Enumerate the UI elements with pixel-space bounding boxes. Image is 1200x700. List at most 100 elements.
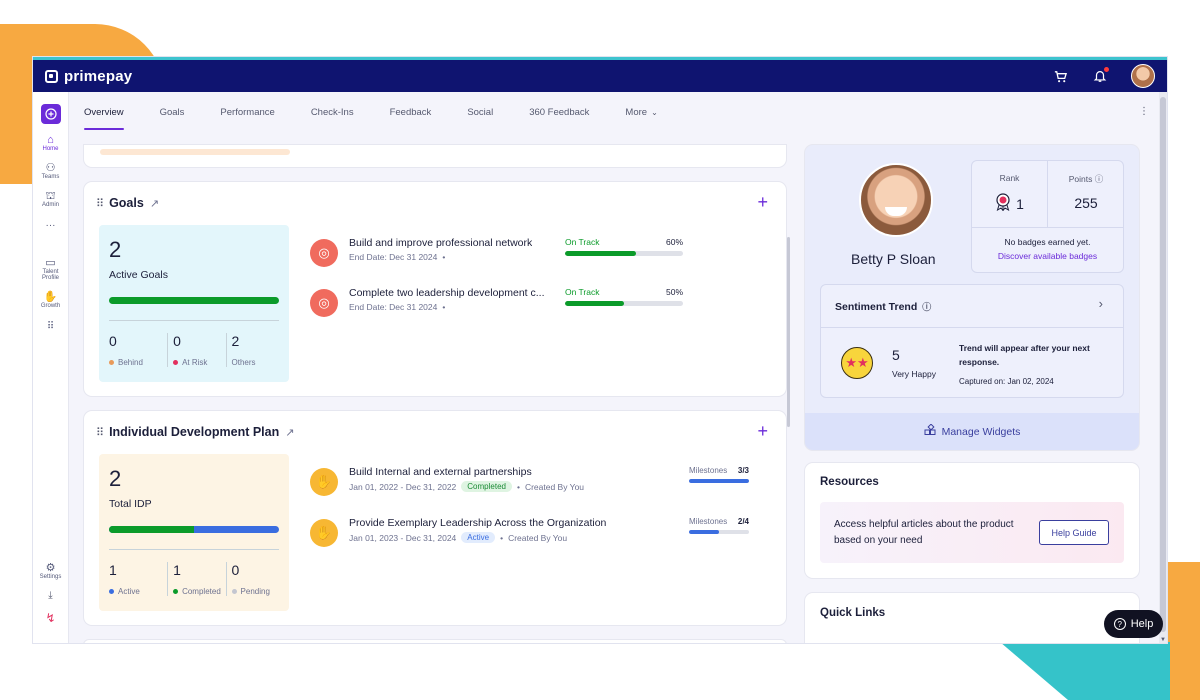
notification-dot — [1104, 67, 1109, 72]
stat-at-risk: 0 At Risk — [167, 333, 225, 367]
brand-name: primepay — [64, 67, 133, 85]
drag-handle-icon[interactable]: ⠿ — [96, 197, 104, 210]
stat-label: Completed — [182, 587, 221, 596]
idp-item[interactable]: ✋ Build Internal and external partnershi… — [310, 466, 770, 506]
manage-widgets-button[interactable]: Manage Widgets — [805, 413, 1139, 450]
sidebar-item-home[interactable]: ⌂ Home — [34, 134, 68, 152]
divider — [821, 327, 1123, 328]
sidebar-item-teams[interactable]: ⚇ Teams — [34, 162, 68, 180]
user-avatar[interactable] — [1131, 64, 1155, 88]
sidebar-item-settings[interactable]: ⚙ Settings — [34, 562, 68, 580]
tab-more[interactable]: More ⌄ — [625, 92, 657, 132]
manage-widgets-label: Manage Widgets — [941, 425, 1021, 438]
download-icon[interactable]: ⤓ — [48, 590, 52, 601]
profile-avatar[interactable] — [859, 163, 933, 237]
external-link-icon[interactable]: ↗ — [150, 197, 159, 210]
star-eyes-emoji-icon: ★★ — [841, 347, 873, 379]
tab-360-feedback[interactable]: 360 Feedback — [529, 92, 589, 132]
stat-label: Active — [118, 587, 140, 596]
goal-title[interactable]: Build and improve professional network — [349, 237, 532, 249]
stat-value: 0 — [109, 333, 117, 349]
tab-goals[interactable]: Goals — [160, 92, 185, 132]
sentiment-trend-box: Sentiment Trend ⓘ › ★★ 5 Very Happy Tren… — [820, 284, 1124, 398]
goal-item[interactable]: ◎ Build and improve professional network… — [310, 237, 770, 277]
drag-handle-icon[interactable]: ⠿ — [96, 426, 104, 439]
stat-pending: 0 Pending — [225, 562, 284, 596]
sentiment-title: Sentiment Trend — [835, 300, 918, 313]
stat-active: 1 Active — [109, 562, 167, 596]
stat-label: At Risk — [182, 358, 208, 367]
scroll-down-icon[interactable]: ▼ — [1160, 637, 1166, 643]
page-scrollbar[interactable]: ▼ — [1159, 92, 1167, 643]
partner-logo-icon[interactable]: ↯ — [45, 611, 55, 625]
growth-hand-icon: ✋ — [310, 468, 338, 496]
goals-widget: ⠿ Goals ↗ + 2 Active Goals 0 Behind 0 At — [84, 182, 786, 396]
tab-check-ins[interactable]: Check-Ins — [311, 92, 354, 132]
scrollbar-thumb[interactable] — [1160, 97, 1166, 632]
add-idp-button[interactable]: + — [757, 421, 768, 442]
sidebar-item-talent-profile[interactable]: ▭ Talent Profile — [34, 257, 68, 281]
sidebar-item-label: Growth — [40, 303, 61, 309]
discover-badges-link[interactable]: Discover available badges — [972, 251, 1123, 261]
help-button[interactable]: ? Help — [1104, 610, 1163, 638]
goals-progress-bar — [109, 297, 279, 304]
admin-icon: ⛫ — [45, 190, 56, 202]
status-badge: Active — [461, 532, 496, 543]
sidebar-item-growth[interactable]: ✋ Growth — [34, 291, 68, 309]
info-icon[interactable]: ⓘ — [1095, 174, 1104, 184]
milestones-label: Milestones — [689, 517, 728, 526]
idp-completed-fill — [109, 526, 194, 533]
team-icon: ⚇ — [45, 162, 56, 174]
chevron-right-icon[interactable]: › — [1099, 296, 1103, 311]
total-idp-label: Total IDP — [109, 498, 152, 510]
sentiment-captured-date: Captured on: Jan 02, 2024 — [959, 377, 1054, 386]
column-scrollbar[interactable] — [787, 237, 790, 427]
rank-value: 1 — [1016, 195, 1024, 212]
app-window: primepay ⌂ Home ⚇ Teams ⛫ Admin ··· ▭ Ta… — [33, 57, 1167, 643]
bell-icon[interactable] — [1091, 67, 1109, 85]
avatar-smile — [885, 207, 907, 216]
idp-item[interactable]: ✋ Provide Exemplary Leadership Across th… — [310, 517, 770, 557]
sentiment-score: 5 — [892, 347, 900, 363]
resources-text: Access helpful articles about the produc… — [834, 519, 1014, 546]
idp-item-title[interactable]: Build Internal and external partnerships — [349, 466, 532, 478]
help-guide-button[interactable]: Help Guide — [1039, 520, 1109, 545]
goal-title[interactable]: Complete two leadership development c... — [349, 287, 545, 299]
chevron-down-icon: ⌄ — [651, 107, 658, 117]
profile-card-icon: ▭ — [45, 257, 56, 269]
logo-icon — [45, 69, 58, 83]
add-goal-button[interactable]: + — [757, 192, 768, 213]
sidebar: ⌂ Home ⚇ Teams ⛫ Admin ··· ▭ Talent Prof… — [33, 92, 69, 643]
goal-progress: On Track 50% — [565, 287, 683, 306]
tab-performance[interactable]: Performance — [220, 92, 274, 132]
brand-logo[interactable]: primepay — [45, 68, 132, 85]
idp-dates: Jan 01, 2022 - Dec 31, 2022 — [349, 481, 457, 492]
apps-grid-icon[interactable]: ⠿ — [47, 321, 54, 332]
milestone-progress: Milestones 2/4 — [689, 517, 749, 534]
add-button[interactable] — [40, 104, 61, 124]
growth-hand-icon: ✋ — [310, 519, 338, 547]
idp-item-title[interactable]: Provide Exemplary Leadership Across the … — [349, 517, 606, 529]
info-icon[interactable]: ⓘ — [922, 300, 931, 313]
milestones-label: Milestones — [689, 466, 728, 475]
stat-label: Behind — [118, 358, 143, 367]
created-by: Created By You — [508, 532, 568, 543]
external-link-icon[interactable]: ↗ — [285, 426, 294, 439]
tab-overview[interactable]: Overview — [84, 92, 124, 132]
status-dot — [173, 360, 179, 365]
separator-dot: • — [442, 252, 446, 262]
cart-icon[interactable] — [1051, 67, 1069, 85]
goal-item[interactable]: ◎ Complete two leadership development c.… — [310, 287, 770, 327]
tab-feedback[interactable]: Feedback — [390, 92, 432, 132]
rank-label: Rank — [999, 173, 1020, 183]
profile-name: Betty P Sloan — [851, 251, 936, 267]
tab-social[interactable]: Social — [467, 92, 493, 132]
stat-value: 0 — [173, 333, 181, 349]
growth-icon: ✋ — [43, 291, 58, 303]
tab-bar: Overview Goals Performance Check-Ins Fee… — [69, 92, 1167, 132]
more-dots-icon[interactable]: ··· — [46, 220, 56, 231]
kebab-menu-icon[interactable]: ⋮ — [1139, 106, 1149, 117]
sidebar-item-admin[interactable]: ⛫ Admin — [34, 190, 68, 208]
status-dot — [109, 360, 114, 365]
previous-widget-card — [84, 145, 786, 167]
